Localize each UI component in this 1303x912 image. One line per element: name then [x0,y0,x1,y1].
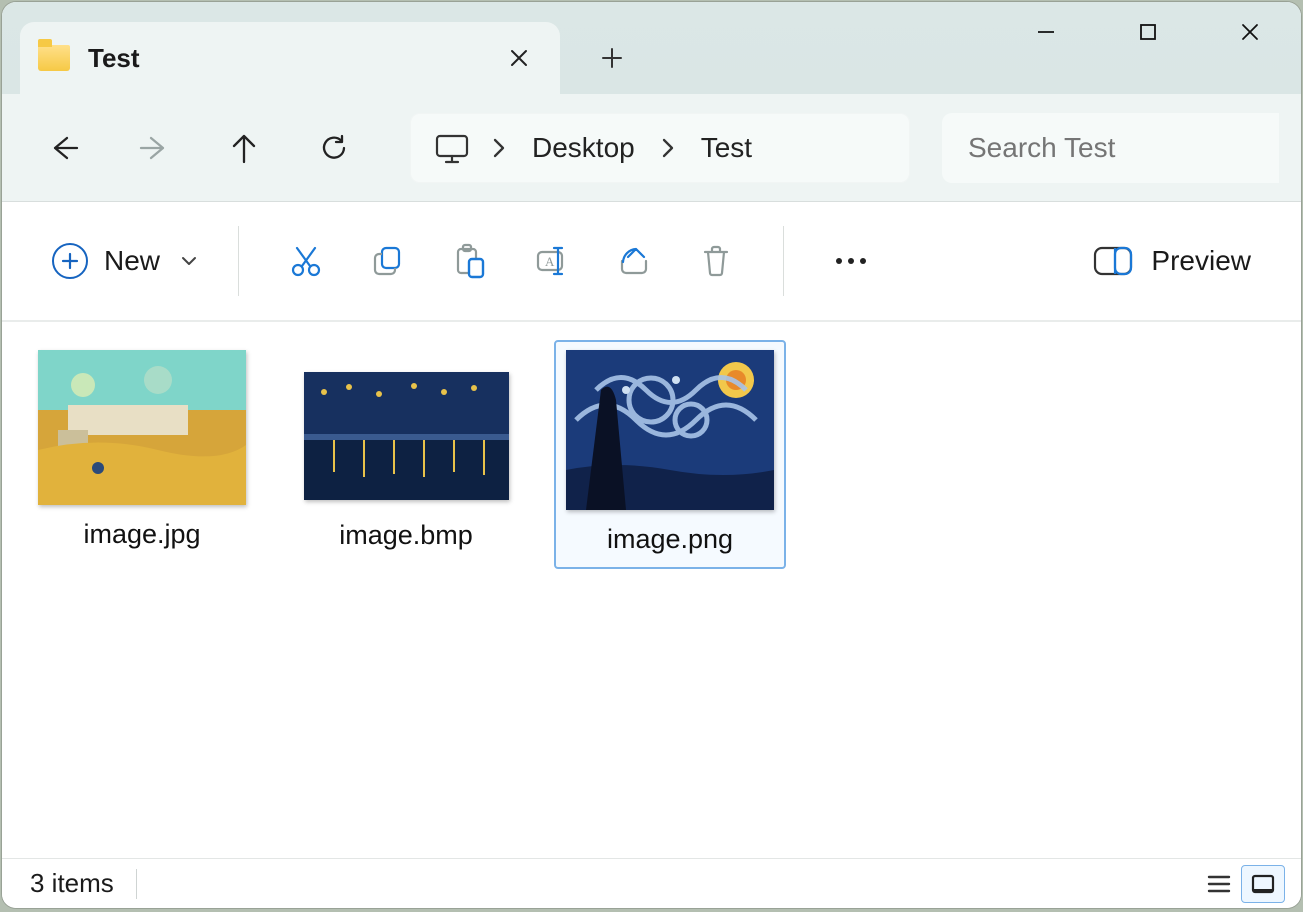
pc-icon[interactable] [424,124,480,172]
forward-button[interactable] [114,118,194,178]
delete-button[interactable] [675,228,757,294]
search-box[interactable] [942,113,1279,183]
new-button[interactable]: New [38,233,212,289]
thumbnail-icon [38,350,246,505]
list-view-button[interactable] [1197,865,1241,903]
copy-button[interactable] [347,228,429,294]
separator [136,869,137,899]
chevron-right-icon [653,137,683,159]
more-button[interactable] [810,228,892,294]
svg-text:A: A [545,254,555,269]
thumbnail-view-button[interactable] [1241,865,1285,903]
chevron-down-icon [180,255,198,267]
plus-circle-icon [52,243,88,279]
refresh-button[interactable] [294,118,374,178]
new-tab-button[interactable] [584,30,640,86]
tab-test[interactable]: Test [20,22,560,94]
file-name: image.jpg [83,519,200,550]
paste-button[interactable] [429,228,511,294]
status-item-count: 3 items [30,868,114,899]
cut-button[interactable] [265,228,347,294]
up-button[interactable] [204,118,284,178]
file-explorer-window: Test [2,2,1301,908]
preview-pane-icon [1093,246,1133,276]
back-button[interactable] [24,118,104,178]
file-name: image.bmp [339,520,473,551]
separator [238,226,239,296]
file-item[interactable]: image.bmp [290,340,522,569]
file-list[interactable]: image.jpg [2,322,1301,858]
preview-toggle[interactable]: Preview [1079,235,1265,287]
search-input[interactable] [966,131,1255,165]
breadcrumb-desktop[interactable]: Desktop [518,124,649,172]
share-button[interactable] [593,228,675,294]
breadcrumb-test[interactable]: Test [687,124,766,172]
address-bar[interactable]: Desktop Test [410,113,910,183]
thumbnail-icon [566,350,774,510]
titlebar: Test [2,2,1301,94]
window-controls [995,2,1301,62]
command-bar: New A [2,202,1301,322]
thumbnail-icon [304,372,509,500]
status-bar: 3 items [2,858,1301,908]
folder-icon [38,45,70,71]
navigation-bar: Desktop Test [2,94,1301,202]
tab-title: Test [88,43,478,74]
rename-button[interactable]: A [511,228,593,294]
tab-close-button[interactable] [496,35,542,81]
file-item[interactable]: image.jpg [26,340,258,569]
separator [783,226,784,296]
window-close-button[interactable] [1199,2,1301,62]
chevron-right-icon [484,137,514,159]
view-switcher [1197,865,1285,903]
file-item[interactable]: image.png [554,340,786,569]
file-name: image.png [607,524,733,555]
minimize-button[interactable] [995,2,1097,62]
maximize-button[interactable] [1097,2,1199,62]
new-button-label: New [104,245,160,277]
preview-label: Preview [1151,245,1251,277]
